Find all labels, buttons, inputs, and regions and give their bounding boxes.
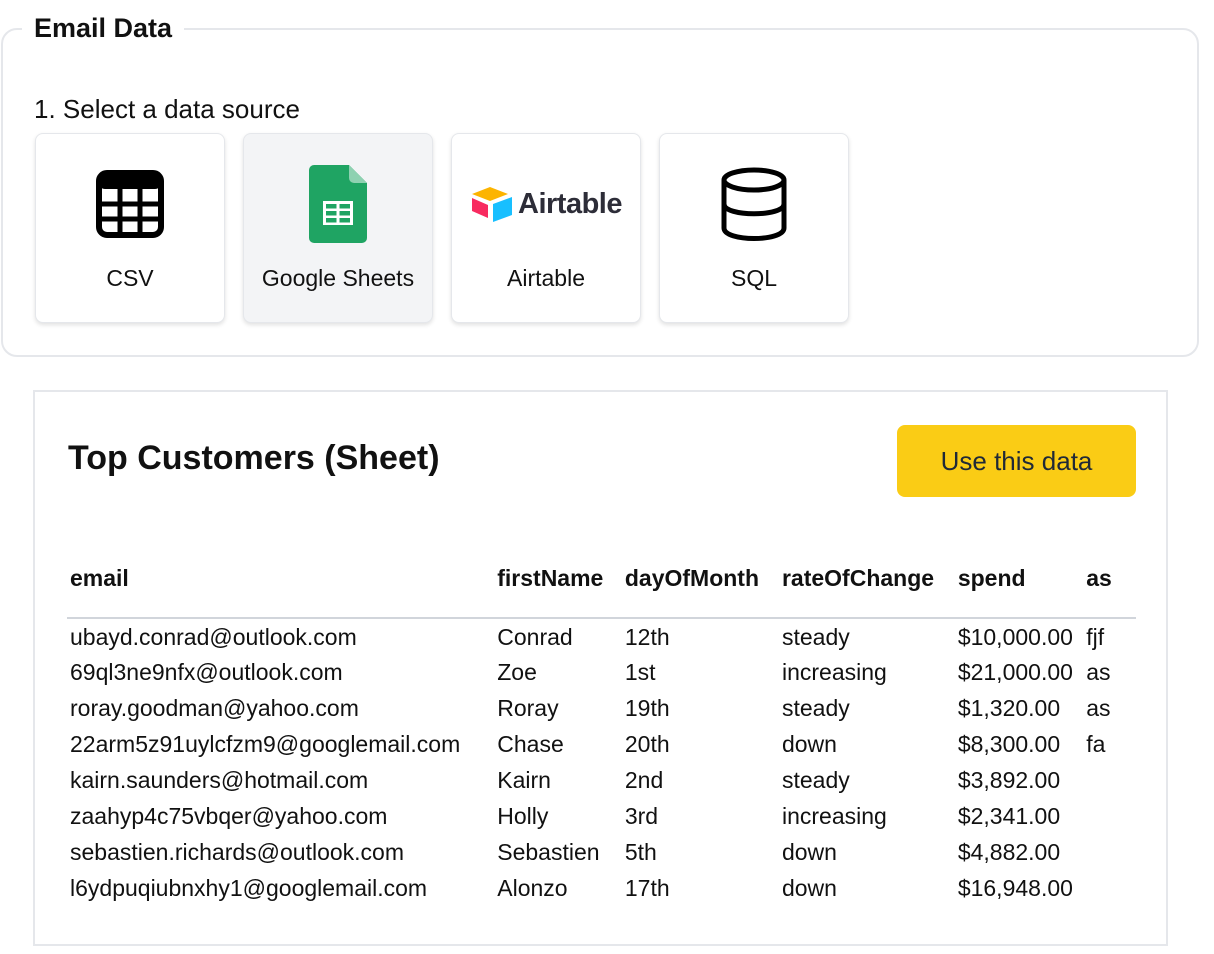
table-row: kairn.saunders@hotmail.com Kairn 2nd steady… [67, 762, 1136, 798]
column-header-spend: spend [954, 540, 1084, 619]
table-row: 22arm5z91uylcfzm9@googlemail.com Chase 20t… [67, 726, 1136, 762]
cell-email: roray.goodman@yahoo.com [70, 694, 359, 721]
cell-as [1083, 798, 1136, 834]
table-row: ubayd.conrad@outlook.com Conrad 12th steady… [67, 618, 1136, 654]
column-header-firstname: firstName [494, 540, 622, 619]
table-header-row: email firstName dayOfMonth rateOfChange … [67, 540, 1136, 619]
cell-rateofchange: increasing [781, 802, 887, 829]
source-label-sql: SQL [730, 265, 778, 291]
cell-email: sebastien.richards@outlook.com [70, 838, 405, 865]
cell-firstname: Sebastien [497, 838, 600, 865]
cell-dayofmonth: 3rd [624, 802, 659, 829]
cell-as: as [1086, 658, 1111, 685]
cell-spend: $2,341.00 [957, 802, 1061, 829]
cell-rateofchange: steady [781, 694, 850, 721]
source-card-airtable[interactable]: Airtable Airtable [451, 133, 641, 323]
source-label-csv: CSV [106, 265, 154, 291]
cell-firstname: Chase [497, 730, 564, 757]
column-header-email: email [67, 540, 495, 619]
cell-rateofchange: steady [781, 624, 850, 650]
data-table: email firstName dayOfMonth rateOfChange … [67, 540, 1136, 906]
cell-spend: $21,000.00 [957, 658, 1073, 685]
cell-as: fjf [1086, 624, 1105, 650]
cell-dayofmonth: 1st [624, 658, 656, 685]
cell-rateofchange: steady [781, 766, 850, 793]
table-row: sebastien.richards@outlook.com Sebastien 5… [67, 834, 1136, 870]
table-row: roray.goodman@yahoo.com Roray 19th steady $1… [67, 690, 1136, 726]
cell-email: ubayd.conrad@outlook.com [70, 624, 357, 650]
cell-rateofchange: down [781, 730, 837, 757]
cell-email: zaahyp4c75vbqer@yahoo.com [70, 802, 388, 829]
cell-firstname: Roray [497, 694, 559, 721]
cell-dayofmonth: 5th [624, 838, 657, 865]
table-row: l6ydpuqiubnxhy1@googlemail.com Alonzo 17th… [67, 870, 1136, 906]
cell-spend: $16,948.00 [957, 874, 1073, 901]
cell-email: l6ydpuqiubnxhy1@googlemail.com [70, 874, 428, 901]
cell-firstname: Alonzo [497, 874, 568, 901]
cell-as: as [1086, 694, 1111, 721]
table-row: 69ql3ne9nfx@outlook.com Zoe 1st increasing $… [67, 654, 1136, 690]
database-icon [660, 164, 848, 244]
preview-title: Top Customers (Sheet) [68, 439, 440, 477]
cell-dayofmonth: 17th [624, 874, 670, 901]
cell-email: 22arm5z91uylcfzm9@googlemail.com [70, 730, 461, 757]
section-legend: Email Data [22, 12, 185, 44]
source-label-airtable: Airtable [507, 265, 585, 291]
cell-rateofchange: down [781, 874, 837, 901]
table-body: ubayd.conrad@outlook.com Conrad 12th steady… [67, 618, 1136, 906]
step-label: 1. Select a data source [34, 94, 300, 124]
table-grid-icon [36, 164, 224, 244]
column-header-as: as [1083, 540, 1136, 619]
airtable-logo-text: Airtable [518, 187, 622, 220]
cell-firstname: Conrad [497, 624, 573, 650]
table-row: zaahyp4c75vbqer@yahoo.com Holly 3rd increas… [67, 798, 1136, 834]
cell-firstname: Zoe [497, 658, 537, 685]
cell-as [1083, 870, 1136, 906]
airtable-logo-icon: Airtable [470, 185, 622, 223]
column-header-rateofchange: rateOfChange [778, 540, 955, 619]
source-card-google-sheets[interactable]: Google Sheets [243, 133, 433, 323]
cell-dayofmonth: 19th [624, 694, 670, 721]
source-card-csv[interactable]: CSV [35, 133, 225, 323]
cell-spend: $8,300.00 [957, 730, 1061, 757]
data-preview-panel: Top Customers (Sheet) Use this data emai… [33, 390, 1168, 946]
cell-spend: $1,320.00 [957, 694, 1061, 721]
cell-rateofchange: down [781, 838, 837, 865]
cell-email: 69ql3ne9nfx@outlook.com [70, 658, 343, 685]
cell-dayofmonth: 12th [624, 624, 670, 650]
cell-as [1083, 834, 1136, 870]
cell-spend: $3,892.00 [957, 766, 1061, 793]
source-card-sql[interactable]: SQL [659, 133, 849, 323]
source-label-google-sheets: Google Sheets [261, 265, 415, 291]
cell-spend: $10,000.00 [957, 624, 1073, 650]
cell-firstname: Holly [497, 802, 549, 829]
cell-rateofchange: increasing [781, 658, 887, 685]
cell-as: fa [1086, 730, 1106, 757]
cell-as [1083, 762, 1136, 798]
cell-dayofmonth: 20th [624, 730, 670, 757]
cell-firstname: Kairn [497, 766, 551, 793]
data-table-scroll[interactable]: email firstName dayOfMonth rateOfChange … [67, 540, 1136, 920]
column-header-dayofmonth: dayOfMonth [621, 540, 779, 619]
cell-spend: $4,882.00 [957, 838, 1061, 865]
cell-dayofmonth: 2nd [624, 766, 664, 793]
google-sheets-icon [244, 164, 432, 244]
use-this-data-button[interactable]: Use this data [897, 425, 1136, 497]
cell-email: kairn.saunders@hotmail.com [70, 766, 369, 793]
